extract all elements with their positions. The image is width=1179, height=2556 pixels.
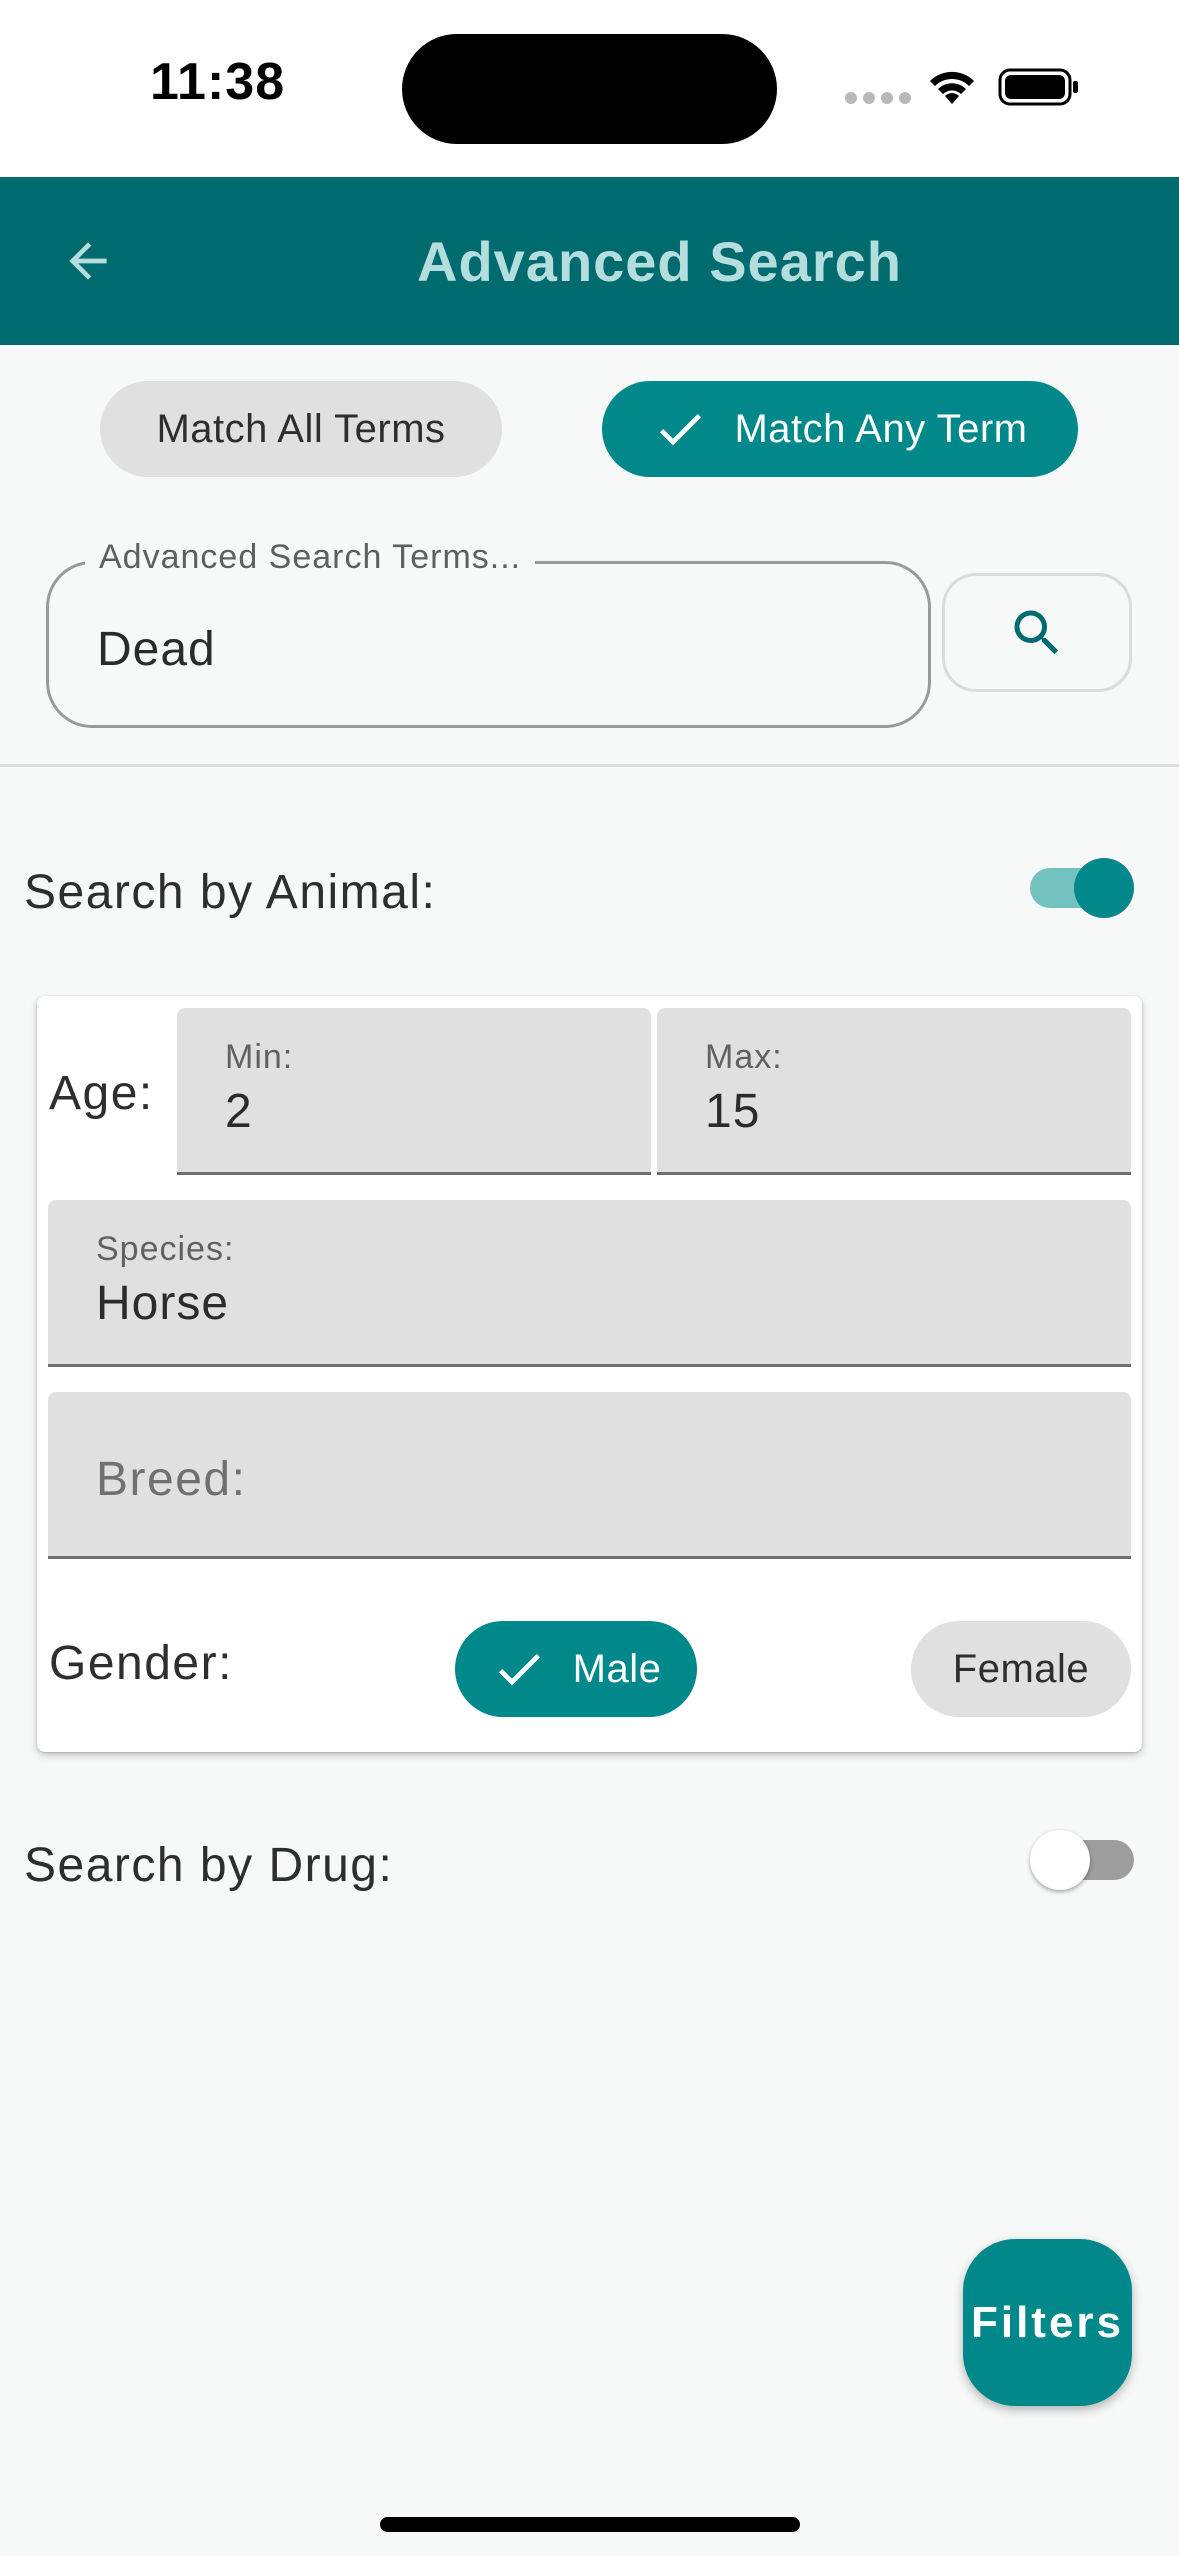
chip-label: Match All Terms: [156, 406, 446, 451]
divider: [0, 764, 1179, 767]
home-indicator: [380, 2517, 800, 2532]
breed-field[interactable]: Breed:: [48, 1392, 1131, 1559]
check-icon: [498, 1654, 540, 1686]
filters-button[interactable]: Filters: [963, 2239, 1132, 2406]
cellular-signal-icon: [845, 92, 911, 104]
search-field-value[interactable]: Dead: [97, 622, 216, 677]
wifi-icon: [930, 71, 974, 104]
search-by-drug-toggle[interactable]: [1030, 1830, 1138, 1890]
species-label: Species:: [96, 1230, 235, 1268]
animal-filter-card: Age: Min: 2 Max: 15 Species: Horse Breed…: [37, 996, 1142, 1752]
battery-icon: [998, 68, 1078, 106]
gender-male-chip[interactable]: Male: [455, 1621, 697, 1717]
advanced-search-input[interactable]: Advanced Search Terms... Dead: [46, 538, 931, 728]
match-all-terms-chip[interactable]: Match All Terms: [100, 381, 502, 477]
search-by-animal-toggle[interactable]: [1030, 858, 1134, 918]
age-min-label: Min:: [225, 1038, 294, 1076]
breed-placeholder: Breed:: [96, 1453, 247, 1506]
species-value[interactable]: Horse: [96, 1276, 229, 1331]
dynamic-island: [402, 34, 777, 144]
gender-female-chip[interactable]: Female: [911, 1621, 1131, 1717]
search-icon: [1014, 610, 1059, 654]
search-field-label: Advanced Search Terms...: [85, 538, 536, 577]
age-label: Age:: [49, 1067, 154, 1120]
chip-label: Match Any Term: [734, 406, 1028, 451]
app-bar: Advanced Search: [0, 177, 1179, 345]
age-max-value[interactable]: 15: [705, 1084, 760, 1139]
status-time: 11:38: [150, 53, 286, 111]
gender-label: Gender:: [49, 1637, 233, 1690]
species-field[interactable]: Species: Horse: [48, 1200, 1131, 1367]
age-min-value[interactable]: 2: [225, 1084, 253, 1139]
page-title: Advanced Search: [417, 230, 902, 293]
status-bar: 11:38: [0, 0, 1179, 177]
search-button[interactable]: [942, 573, 1132, 692]
filters-button-label: Filters: [970, 2297, 1125, 2347]
check-icon: [660, 414, 702, 446]
chip-label: Female: [952, 1646, 1090, 1691]
search-by-drug-label: Search by Drug:: [24, 1839, 394, 1892]
match-any-term-chip[interactable]: Match Any Term: [602, 381, 1078, 477]
age-max-label: Max:: [705, 1038, 783, 1076]
search-by-animal-label: Search by Animal:: [24, 866, 437, 919]
chip-label: Male: [572, 1646, 662, 1691]
age-min-field[interactable]: Min: 2: [177, 1008, 651, 1175]
age-max-field[interactable]: Max: 15: [657, 1008, 1131, 1175]
